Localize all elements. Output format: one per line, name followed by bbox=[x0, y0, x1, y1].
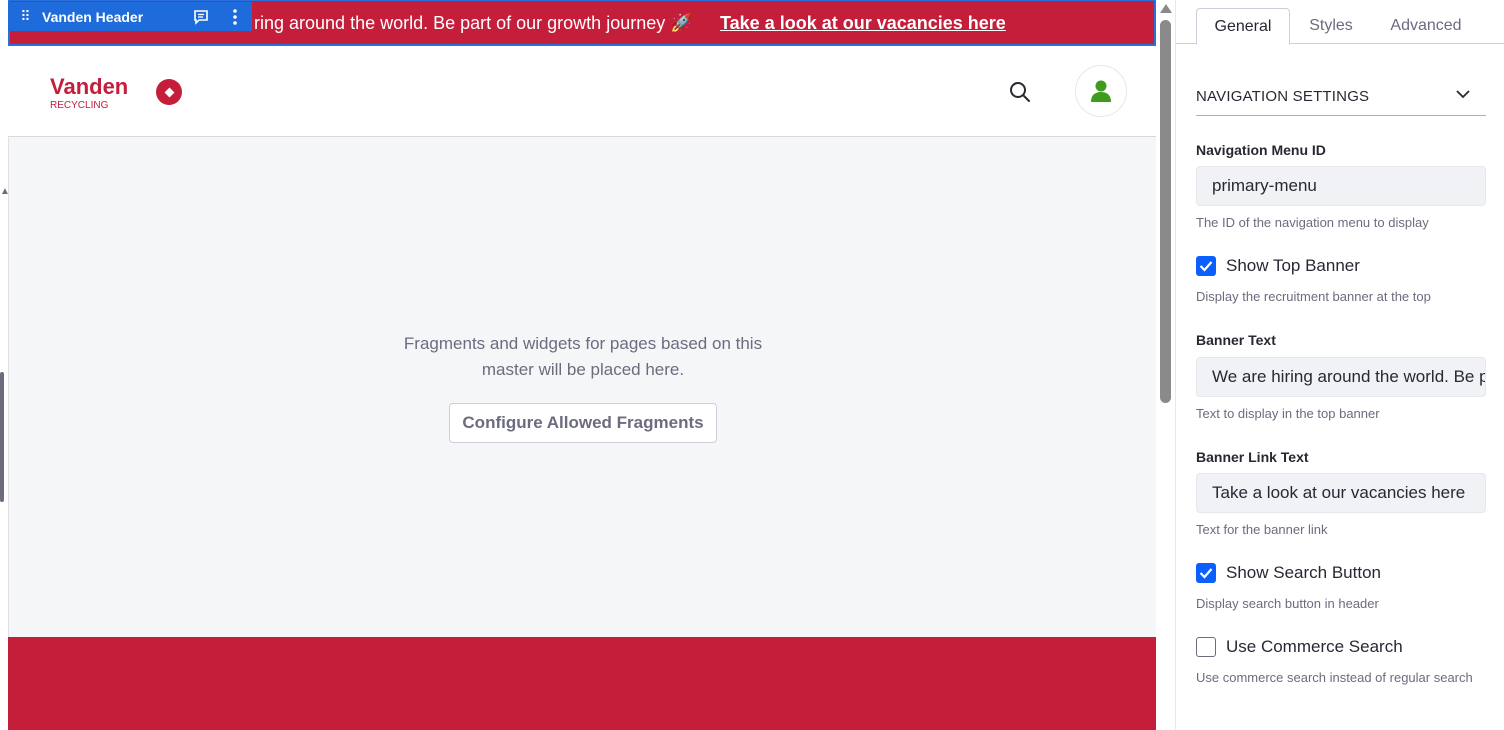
banner-text-label: Banner Text bbox=[1196, 332, 1276, 348]
show-banner-help: Display the recruitment banner at the to… bbox=[1196, 289, 1431, 304]
drop-zone-line-1: Fragments and widgets for pages based on… bbox=[403, 334, 763, 353]
left-edge: ▲ bbox=[0, 0, 10, 730]
comment-icon[interactable] bbox=[184, 9, 218, 25]
show-banner-checkbox[interactable] bbox=[1196, 256, 1216, 276]
commerce-search-help: Use commerce search instead of regular s… bbox=[1196, 670, 1473, 685]
logo[interactable]: Vanden RECYCLING bbox=[50, 76, 128, 112]
banner-link-text-input[interactable]: Take a look at our vacancies here bbox=[1196, 473, 1486, 513]
scroll-thumb[interactable] bbox=[1160, 20, 1171, 403]
sidebar-resize-handle[interactable] bbox=[0, 372, 4, 502]
menu-id-input[interactable]: primary-menu bbox=[1196, 166, 1486, 206]
canvas-scrollbar[interactable] bbox=[1156, 0, 1176, 730]
banner-text-help: Text to display in the top banner bbox=[1196, 406, 1380, 421]
site-footer bbox=[8, 637, 1156, 730]
page-preview: ring around the world. Be part of our gr… bbox=[8, 0, 1156, 730]
banner-link-text-label: Banner Link Text bbox=[1196, 449, 1309, 465]
navigation-settings-header[interactable]: NAVIGATION SETTINGS bbox=[1196, 80, 1486, 116]
fragment-topper[interactable]: ⠿ Vanden Header bbox=[8, 2, 252, 31]
kebab-menu-icon[interactable] bbox=[218, 8, 252, 25]
panel-tabs: General Styles Advanced bbox=[1176, 8, 1504, 45]
section-title: NAVIGATION SETTINGS bbox=[1196, 88, 1370, 105]
tab-general[interactable]: General bbox=[1196, 8, 1290, 45]
show-search-checkbox[interactable] bbox=[1196, 563, 1216, 583]
commerce-search-checkbox[interactable] bbox=[1196, 637, 1216, 657]
menu-id-label: Navigation Menu ID bbox=[1196, 142, 1326, 158]
fragment-name: Vanden Header bbox=[42, 8, 144, 25]
user-icon[interactable] bbox=[1075, 65, 1127, 117]
page-editor-canvas: ▲ ring around the world. Be part of our … bbox=[0, 0, 1176, 730]
show-search-help: Display search button in header bbox=[1196, 596, 1379, 611]
commerce-search-row[interactable]: Use Commerce Search bbox=[1196, 637, 1403, 657]
scroll-up-icon[interactable] bbox=[1160, 4, 1172, 13]
show-banner-row[interactable]: Show Top Banner bbox=[1196, 256, 1360, 276]
banner-text-input[interactable]: We are hiring around the world. Be part … bbox=[1196, 357, 1486, 397]
show-banner-label: Show Top Banner bbox=[1226, 256, 1360, 275]
search-icon[interactable] bbox=[1006, 78, 1034, 106]
logo-tagline: RECYCLING bbox=[50, 100, 109, 111]
configure-fragments-button[interactable]: Configure Allowed Fragments bbox=[449, 403, 717, 443]
fragment-drop-zone[interactable]: Fragments and widgets for pages based on… bbox=[8, 137, 1156, 637]
banner-link[interactable]: Take a look at our vacancies here bbox=[720, 13, 1006, 34]
logo-mark-icon bbox=[156, 79, 182, 105]
drop-zone-message: Fragments and widgets for pages based on… bbox=[9, 331, 1156, 383]
tab-advanced[interactable]: Advanced bbox=[1376, 8, 1476, 44]
menu-id-help: The ID of the navigation menu to display bbox=[1196, 215, 1429, 230]
logo-wordmark: Vanden bbox=[50, 74, 129, 99]
configuration-panel: General Styles Advanced NAVIGATION SETTI… bbox=[1176, 0, 1504, 730]
tab-styles[interactable]: Styles bbox=[1290, 8, 1372, 44]
drop-zone-line-2: master will be placed here. bbox=[481, 360, 685, 379]
show-search-label: Show Search Button bbox=[1226, 563, 1381, 582]
site-header: Vanden RECYCLING bbox=[8, 46, 1156, 137]
banner-text: ring around the world. Be part of our gr… bbox=[254, 13, 693, 33]
chevron-down-icon[interactable] bbox=[1456, 86, 1470, 104]
show-search-row[interactable]: Show Search Button bbox=[1196, 563, 1381, 583]
banner-link-text-help: Text for the banner link bbox=[1196, 522, 1328, 537]
drag-handle-icon[interactable]: ⠿ bbox=[8, 8, 42, 25]
commerce-search-label: Use Commerce Search bbox=[1226, 637, 1403, 656]
